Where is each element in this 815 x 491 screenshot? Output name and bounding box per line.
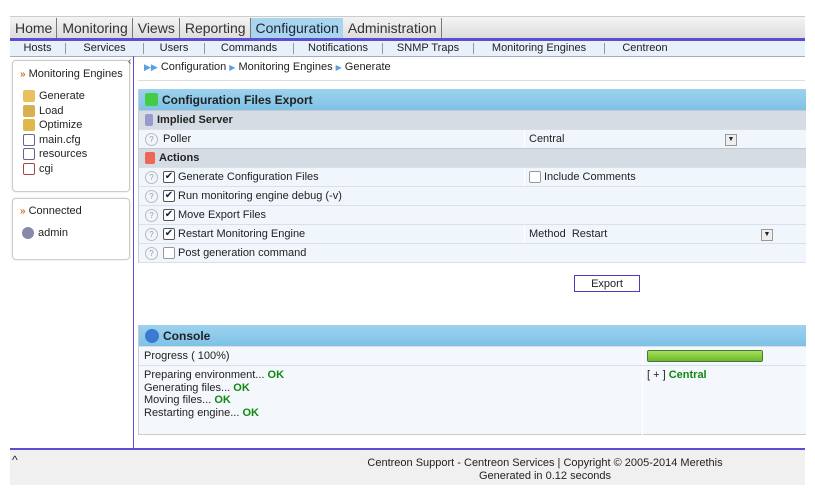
divider [138,80,805,81]
sidebar-item-cgi[interactable]: cgi [23,162,129,177]
post-checkbox[interactable] [163,247,175,259]
sidebar-item-generate[interactable]: Generate [23,89,129,104]
puzzle-icon [145,93,158,106]
debug-checkbox[interactable]: ✔ [163,190,175,202]
include-comments-checkbox[interactable] [529,171,541,183]
connected-box: » Connected admin [12,198,130,260]
progress-bar [647,350,763,362]
file-icon [23,133,35,146]
menu-administration[interactable]: Administration [343,18,442,38]
raquo-icon: » [20,68,26,80]
expand-toggle[interactable]: [ + ] [647,369,666,381]
poller-select[interactable]: Central ▼ [524,130,809,148]
poller-status-cell: [ + ] Central [642,366,807,435]
generate-checkbox[interactable]: ✔ [163,171,175,183]
submenu-hosts[interactable]: Hosts [10,43,66,54]
optimize-icon [23,119,35,132]
console-panel: Console Progress ( 100%) Preparing envir… [138,325,806,435]
log-line: Moving files... OK [144,394,231,406]
generate-row: ? ✔ Generate Configuration Files Include C… [139,167,806,186]
move-checkbox[interactable]: ✔ [163,209,175,221]
console-log-row: Preparing environment... OK Generating f… [139,365,807,435]
info-icon [145,328,159,343]
log-line: Preparing environment... OK [144,369,285,381]
form-header: Configuration Files Export [139,89,806,110]
menu-reporting[interactable]: Reporting [180,18,251,38]
sidebar-item-main-cfg[interactable]: main.cfg [23,133,129,148]
export-form: Configuration Files Export Implied Serve… [138,89,806,263]
actions-header: Actions [139,148,806,167]
chevron-right-icon: ▶ [229,62,236,72]
restart-row: ? ✔ Restart Monitoring Engine Method Resta… [139,224,806,243]
implied-server-header: Implied Server [139,110,806,129]
breadcrumb-generate[interactable]: Generate [345,61,391,73]
post-row: ? Post generation command [139,243,806,263]
submenu-services[interactable]: Services [66,43,144,54]
log-line: Generating files... OK [144,381,250,394]
dropdown-arrow-icon[interactable]: ▼ [725,134,737,146]
breadcrumb-icon: ▶▶ [144,61,158,72]
sidebar-item-resources[interactable]: resources [23,147,129,162]
footer-text: Centreon Support - Centreon Services | C… [367,457,723,482]
method-select[interactable]: Method Restart ▼ [524,225,809,243]
submenu-monitoring-engines[interactable]: Monitoring Engines [474,43,605,54]
breadcrumb-configuration[interactable]: Configuration [161,61,226,73]
menu-home[interactable]: Home [10,18,58,38]
progress-fill [648,351,762,361]
help-icon[interactable]: ? [145,227,158,241]
collapse-sidebar-icon[interactable]: ‹ [128,56,131,67]
file-icon [23,162,35,175]
help-icon[interactable]: ? [145,170,158,184]
submenu-centreon[interactable]: Centreon [605,43,685,54]
submenu-commands[interactable]: Commands [205,43,294,54]
load-icon [23,104,35,117]
help-icon[interactable]: ? [145,246,158,260]
file-icon [23,148,35,161]
console-log: Preparing environment... OK Generating f… [144,366,284,419]
export-button[interactable]: Export [574,275,640,292]
breadcrumb-monitoring-engines[interactable]: Monitoring Engines [238,61,332,73]
user-icon [22,227,34,239]
dropdown-arrow-icon[interactable]: ▼ [761,229,773,241]
divider [133,56,134,449]
console-header: Console [139,325,806,346]
submenu-snmp-traps[interactable]: SNMP Traps [383,43,474,54]
server-icon [145,114,153,126]
sidebar-item-optimize[interactable]: Optimize [23,118,129,133]
menu-monitoring[interactable]: Monitoring [57,18,133,38]
breadcrumb: ▶▶ Configuration ▶ Monitoring Engines ▶ … [144,61,391,73]
sidebar-title: » Monitoring Engines [20,68,123,80]
include-comments-cell: Include Comments [524,168,809,186]
debug-row: ? ✔ Run monitoring engine debug (-v) [139,186,806,205]
poller-row: ? Poller Central ▼ [139,129,806,148]
help-icon[interactable]: ? [145,208,158,222]
chevron-right-icon: ▶ [335,62,342,72]
menu-configuration[interactable]: Configuration [250,18,343,38]
actions-icon [145,152,155,164]
help-icon[interactable]: ? [145,189,158,203]
submenu-users[interactable]: Users [144,43,205,54]
sidebar-item-load[interactable]: Load [23,104,129,119]
scroll-top-icon[interactable]: ^ [12,453,18,467]
restart-checkbox[interactable]: ✔ [163,228,175,240]
generate-icon [23,90,35,103]
progress-cell [642,347,807,365]
submenu-notifications[interactable]: Notifications [294,43,383,54]
menu-views[interactable]: Views [133,18,180,38]
help-icon[interactable]: ? [145,132,158,146]
progress-row: Progress ( 100%) [139,346,806,365]
log-line: Restarting engine... OK [144,406,259,419]
raquo-icon: » [20,205,26,217]
sub-menu: Hosts Services Users Commands Notificati… [10,41,805,57]
main-menu: Home Monitoring Views Reporting Configur… [10,16,805,39]
sidebar-menu: » Monitoring Engines Generate Load Optimi… [12,60,130,192]
user-item[interactable]: admin [22,227,129,239]
move-row: ? ✔ Move Export Files [139,205,806,224]
